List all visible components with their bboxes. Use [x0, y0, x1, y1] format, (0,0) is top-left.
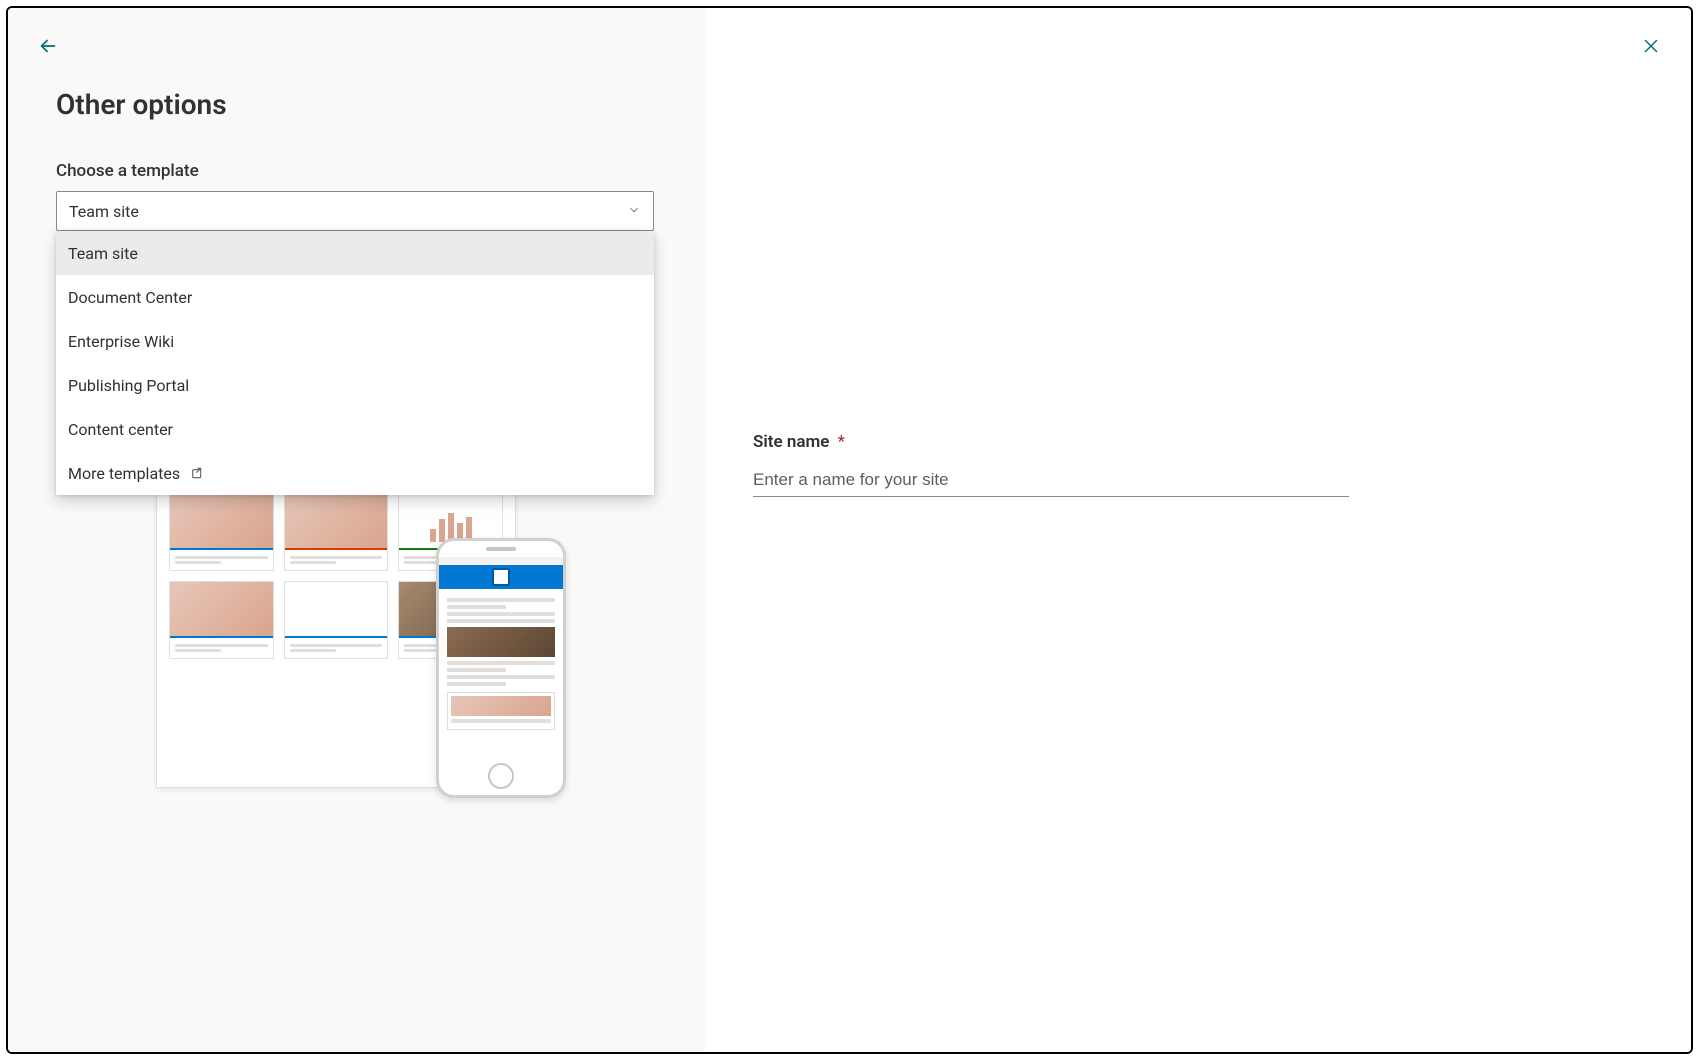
- site-name-input[interactable]: [753, 464, 1349, 497]
- template-option-enterprise-wiki[interactable]: Enterprise Wiki: [56, 319, 654, 363]
- open-external-icon: [188, 465, 204, 481]
- chevron-down-icon: [627, 202, 641, 221]
- left-pane: Other options Choose a template Team sit…: [8, 8, 705, 1052]
- template-option-label: Publishing Portal: [68, 376, 189, 395]
- template-field-label: Choose a template: [56, 161, 657, 181]
- template-dropdown-selected-value: Team site: [69, 202, 139, 221]
- right-pane: Site name *: [705, 8, 1691, 1052]
- page-title: Other options: [56, 88, 657, 121]
- template-option-label: Enterprise Wiki: [68, 332, 174, 351]
- site-name-label-text: Site name: [753, 432, 829, 452]
- close-icon: [1640, 35, 1662, 57]
- template-option-label: Content center: [68, 420, 173, 439]
- required-indicator: *: [838, 432, 845, 452]
- dialog-panel: Other options Choose a template Team sit…: [6, 6, 1693, 1054]
- template-option-label: More templates: [68, 464, 180, 483]
- template-option-label: Team site: [68, 244, 138, 263]
- template-dropdown-list: Team site Document Center Enterprise Wik…: [56, 231, 654, 495]
- back-button[interactable]: [32, 30, 64, 62]
- site-form: Site name *: [753, 432, 1643, 497]
- back-arrow-icon: [37, 35, 59, 57]
- template-option-label: Document Center: [68, 288, 192, 307]
- site-name-label: Site name *: [753, 432, 1643, 452]
- template-option-content-center[interactable]: Content center: [56, 407, 654, 451]
- template-dropdown-button[interactable]: Team site: [56, 191, 654, 231]
- template-option-document-center[interactable]: Document Center: [56, 275, 654, 319]
- template-option-team-site[interactable]: Team site: [56, 231, 654, 275]
- template-dropdown: Team site Team site Document Center Ente…: [56, 191, 654, 231]
- template-option-publishing-portal[interactable]: Publishing Portal: [56, 363, 654, 407]
- close-button[interactable]: [1635, 30, 1667, 62]
- template-option-more-templates[interactable]: More templates: [56, 451, 654, 495]
